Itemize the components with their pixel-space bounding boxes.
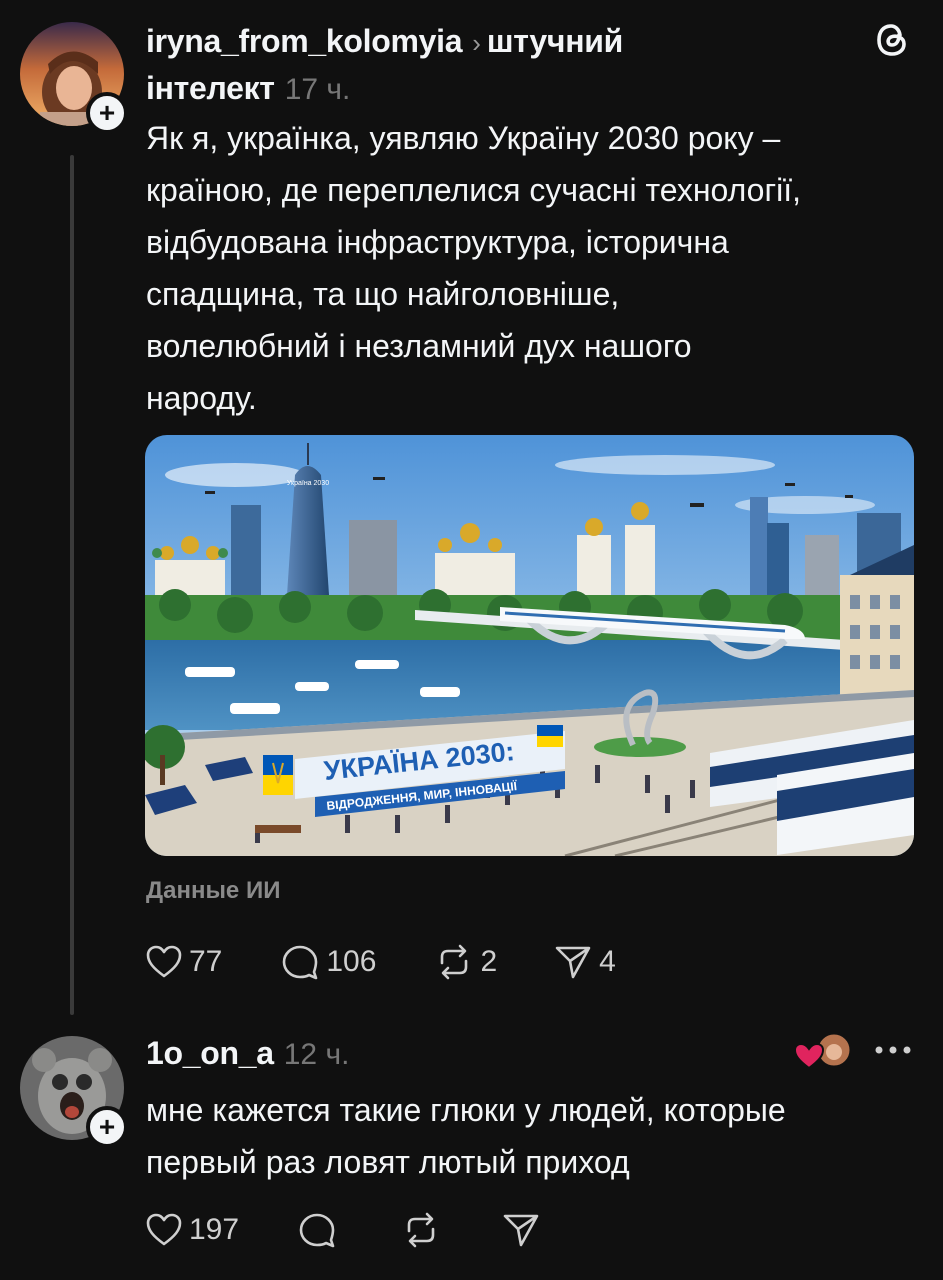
share-button[interactable]: 4 <box>553 943 616 981</box>
post-body: Як я, українка, уявляю Україну 2030 року… <box>146 112 926 424</box>
topic-tag-line2[interactable]: інтелект <box>146 70 275 106</box>
post-text-line: відбудована інфраструктура, історична <box>146 224 729 260</box>
post-text-line: народу. <box>146 380 257 416</box>
speech-bubble-icon <box>297 1211 337 1249</box>
post-actions: 77 106 2 4 <box>145 942 616 982</box>
thread-connector-line <box>70 155 74 1015</box>
tower-label: Україна 2030 <box>287 480 329 487</box>
reply-repost-button[interactable] <box>401 1211 441 1249</box>
repost-count: 2 <box>480 945 498 978</box>
speech-bubble-icon <box>280 943 320 981</box>
reply-header: 1o_on_a 12 ч. <box>146 1030 349 1083</box>
paper-plane-icon <box>501 1211 541 1249</box>
reply-follow-plus-icon[interactable]: + <box>86 1106 128 1148</box>
reply-like-count: 197 <box>189 1213 240 1246</box>
heart-icon <box>145 1212 183 1248</box>
ai-info-label[interactable]: Данные ИИ <box>146 877 280 905</box>
author-username[interactable]: iryna_from_kolomyia <box>146 23 463 59</box>
like-button[interactable]: 77 <box>145 944 222 980</box>
post-text-line: Як я, українка, уявляю Україну 2030 року… <box>146 120 781 156</box>
liked-by-author-indicator <box>792 1030 856 1072</box>
post-time: 17 ч. <box>284 73 351 106</box>
post-text-line: спадщина, та що найголовніше, <box>146 276 620 312</box>
share-count: 4 <box>599 945 616 978</box>
post-text-line: країною, де переплелися сучасні технолог… <box>146 172 801 208</box>
more-dots-icon[interactable] <box>872 1040 914 1060</box>
reply-author-username[interactable]: 1o_on_a <box>146 1035 274 1071</box>
reply-count: 106 <box>326 945 377 978</box>
reply-text-line: первый раз ловят лютый приход <box>146 1144 630 1180</box>
reply-time: 12 ч. <box>283 1038 350 1071</box>
heart-icon <box>145 944 183 980</box>
reply-button[interactable]: 106 <box>280 943 376 981</box>
paper-plane-icon <box>553 943 593 981</box>
post-image[interactable]: Україна 2030 УКРАЇНА 2030: ВІДРОДЖЕННЯ, … <box>145 435 914 856</box>
reply-text-line: мне кажется такие глюки у людей, которые <box>146 1092 786 1128</box>
post-header: iryna_from_kolomyia › штучний інтелект 17 ч… <box>146 18 846 118</box>
chevron-right-icon: › <box>472 28 481 58</box>
repost-button[interactable]: 2 <box>434 943 497 981</box>
topic-tag[interactable]: штучний <box>487 23 623 59</box>
like-count: 77 <box>189 945 223 978</box>
reply-reply-button[interactable] <box>297 1211 337 1249</box>
reply-body: мне кажется такие глюки у людей, которые… <box>146 1084 926 1188</box>
post-text-line: волелюбний і незламний дух нашого <box>146 328 692 364</box>
threads-logo-icon[interactable] <box>872 20 912 60</box>
repost-icon <box>401 1211 441 1249</box>
reply-like-button[interactable]: 197 <box>145 1212 239 1248</box>
reply-share-button[interactable] <box>501 1211 541 1249</box>
reply-actions: 197 <box>145 1210 541 1250</box>
repost-icon <box>434 943 474 981</box>
follow-plus-icon[interactable]: + <box>86 92 128 134</box>
